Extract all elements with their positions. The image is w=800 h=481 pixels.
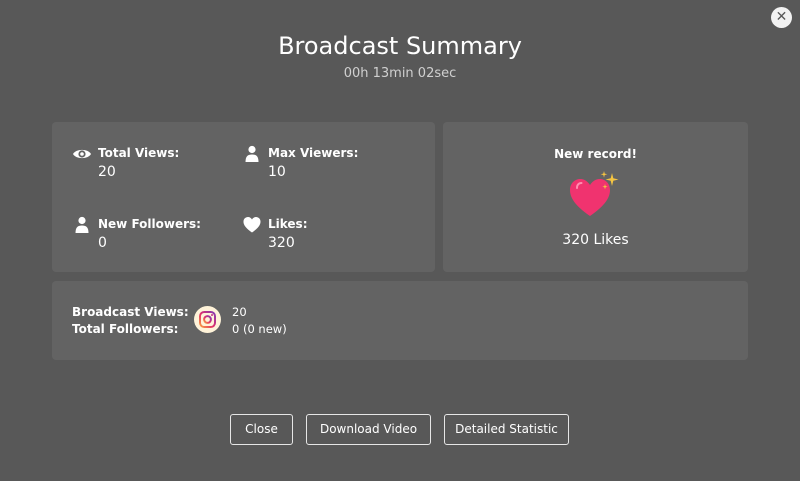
heart-icon [243,217,261,233]
eye-icon [73,149,91,159]
sparkling-heart-icon [570,171,619,216]
likes-label: Likes: [268,217,308,231]
total-views-label: Total Views: [98,146,180,160]
detailed-statistic-button[interactable]: Detailed Statistic [444,414,569,445]
instagram-icon [194,306,221,333]
total-followers-value: 0 (0 new) [232,322,287,336]
total-followers-label: Total Followers: [72,322,179,336]
close-button[interactable]: Close [230,414,293,445]
record-title: New record! [554,147,637,161]
record-panel: New record! 320 Likes [443,122,748,272]
stats-panel: Total Views: 20 Max Viewers: 10 New Foll… [52,122,435,272]
social-values: 20 0 (0 new) [232,304,287,338]
likes-value: 320 [268,235,295,251]
broadcast-summary-dialog: ✕ Broadcast Summary 00h 13min 02sec Tota… [0,0,800,481]
person-icon [75,216,89,233]
broadcast-views-value: 20 [232,305,247,319]
new-followers-value: 0 [98,235,107,251]
social-labels: Broadcast Views: Total Followers: [72,304,189,338]
broadcast-views-label: Broadcast Views: [72,305,189,319]
close-icon[interactable]: ✕ [771,7,792,28]
person-icon [245,145,259,162]
max-viewers-label: Max Viewers: [268,146,359,160]
download-video-button[interactable]: Download Video [306,414,431,445]
max-viewers-value: 10 [268,164,286,180]
broadcast-duration: 00h 13min 02sec [343,66,457,81]
social-panel: Broadcast Views: Total Followers: 20 0 (… [52,281,748,360]
new-followers-label: New Followers: [98,217,201,231]
total-views-value: 20 [98,164,116,180]
dialog-title: Broadcast Summary [278,32,522,60]
record-likes-count: 320 Likes [562,232,629,248]
